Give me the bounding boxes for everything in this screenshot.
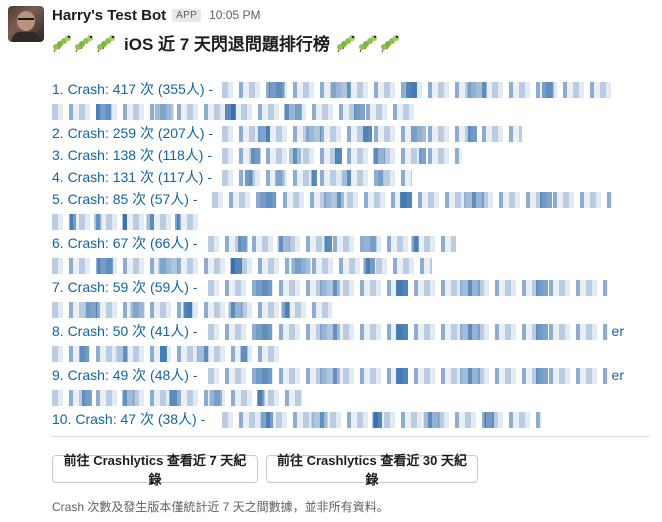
footer-note: Crash 次數及發生版本僅統計近 7 天之間數據，並非所有資料。: [52, 500, 389, 514]
crash-item[interactable]: 1. Crash: 417 次 (355人) -: [52, 80, 612, 124]
redacted-text: [208, 368, 608, 384]
redacted-text: [52, 390, 302, 406]
redacted-text: [52, 104, 420, 120]
redacted-text: [52, 346, 282, 362]
bot-name[interactable]: Harry's Test Bot: [52, 7, 166, 24]
crash-item[interactable]: 2. Crash: 259 次 (207人) -: [52, 124, 612, 146]
crash-link[interactable]: 9. Crash: 49 次 (48人) -: [52, 366, 198, 384]
crash-item[interactable]: 5. Crash: 85 次 (57人) -: [52, 190, 612, 234]
crash-link[interactable]: 3. Crash: 138 次 (118人) -: [52, 146, 212, 164]
caterpillar-icon: [75, 34, 93, 52]
message-title: iOS 近 7 天閃退問題排行榜: [52, 30, 402, 55]
redacted-text: [222, 148, 462, 164]
bug-icons-right: [336, 33, 402, 53]
caterpillar-icon: [336, 34, 355, 52]
redacted-text: [222, 126, 522, 142]
crash-link[interactable]: 4. Crash: 131 次 (117人) -: [52, 168, 212, 186]
crash-item[interactable]: 7. Crash: 59 次 (59人) -: [52, 278, 612, 322]
view-7-days-button[interactable]: 前往 Crashlytics 查看近 7 天紀錄: [52, 453, 258, 487]
view-30-days-button[interactable]: 前往 Crashlytics 查看近 30 天紀錄: [266, 453, 478, 487]
avatar-glasses: [18, 18, 34, 24]
bug-icons-left: [52, 33, 118, 53]
caterpillar-icon: [380, 34, 399, 52]
crash-list: 1. Crash: 417 次 (355人) - 2. Crash: 259 次…: [52, 80, 624, 432]
crash-label-tail: er: [611, 367, 624, 383]
redacted-text: [208, 280, 608, 296]
crash-item[interactable]: 9. Crash: 49 次 (48人) - er: [52, 366, 624, 410]
crash-link[interactable]: 10. Crash: 47 次 (38人) -: [52, 410, 205, 428]
caterpillar-icon: [358, 34, 377, 52]
message-time[interactable]: 10:05 PM: [209, 8, 260, 22]
message-header: Harry's Test Bot APP 10:05 PM: [52, 6, 260, 24]
title-text: iOS 近 7 天閃退問題排行榜: [124, 35, 330, 54]
crash-link[interactable]: 2. Crash: 259 次 (207人) -: [52, 124, 213, 142]
avatar-shirt: [12, 32, 40, 42]
redacted-text: [222, 170, 412, 186]
crash-item[interactable]: 3. Crash: 138 次 (118人) -: [52, 146, 612, 168]
crash-item[interactable]: 8. Crash: 50 次 (41人) - er: [52, 322, 624, 366]
crash-link[interactable]: 1. Crash: 417 次 (355人) -: [52, 80, 213, 98]
attachment-divider: [52, 436, 650, 437]
redacted-text: [52, 214, 202, 230]
caterpillar-icon: [53, 34, 71, 52]
crash-link[interactable]: 5. Crash: 85 次 (57人) -: [52, 190, 198, 208]
crash-item[interactable]: 6. Crash: 67 次 (66人) -: [52, 234, 612, 278]
bot-avatar[interactable]: [8, 6, 44, 42]
redacted-text: [222, 412, 542, 428]
caterpillar-icon: [97, 34, 115, 52]
redacted-text: [212, 192, 612, 208]
redacted-text: [52, 302, 332, 318]
crash-link[interactable]: 8. Crash: 50 次 (41人) -: [52, 322, 198, 340]
crash-link[interactable]: 7. Crash: 59 次 (59人) -: [52, 278, 198, 296]
redacted-text: [52, 258, 432, 274]
redacted-text: [222, 82, 612, 98]
redacted-text: [208, 236, 456, 252]
redacted-text: [208, 324, 608, 340]
crash-item[interactable]: 4. Crash: 131 次 (117人) -: [52, 168, 612, 190]
crash-label-tail: er: [611, 323, 624, 339]
crash-item[interactable]: 10. Crash: 47 次 (38人) -: [52, 410, 612, 432]
app-badge: APP: [172, 8, 202, 22]
crash-link[interactable]: 6. Crash: 67 次 (66人) -: [52, 234, 198, 252]
